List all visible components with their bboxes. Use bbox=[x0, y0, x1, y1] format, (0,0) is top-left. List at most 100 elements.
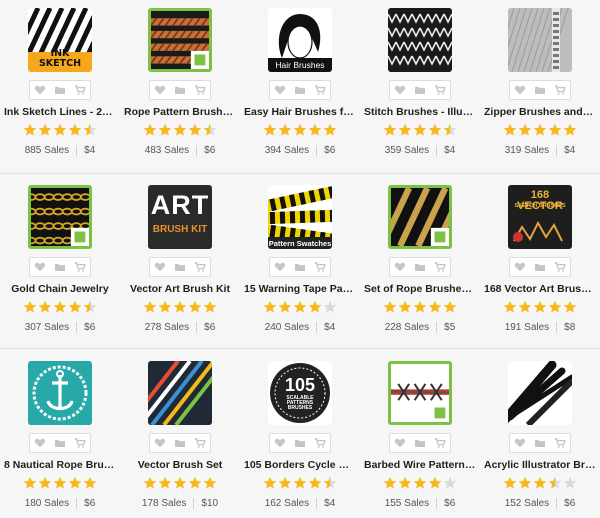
folder-icon[interactable] bbox=[532, 259, 548, 275]
product-thumbnail[interactable]: Pattern Swatches bbox=[268, 185, 332, 249]
folder-icon[interactable] bbox=[292, 259, 308, 275]
heart-icon[interactable] bbox=[392, 259, 408, 275]
cart-icon[interactable] bbox=[72, 259, 88, 275]
product-title[interactable]: Barbed Wire Pattern Brushes bbox=[364, 459, 476, 471]
product-card[interactable]: 8 Nautical Rope Brushes 180 Sales $6 bbox=[0, 353, 120, 518]
product-thumbnail[interactable]: Hair Brushes bbox=[268, 8, 332, 72]
product-meta: 240 Sales $4 bbox=[240, 322, 360, 333]
heart-icon[interactable] bbox=[272, 435, 288, 451]
cart-icon[interactable] bbox=[552, 435, 568, 451]
cart-icon[interactable] bbox=[552, 82, 568, 98]
product-actions bbox=[509, 80, 571, 100]
heart-icon[interactable] bbox=[512, 259, 528, 275]
product-card[interactable]: Vector Brush Set 178 Sales $10 bbox=[120, 353, 240, 518]
cart-icon[interactable] bbox=[192, 259, 208, 275]
cart-icon[interactable] bbox=[312, 82, 328, 98]
cart-icon[interactable] bbox=[72, 435, 88, 451]
folder-icon[interactable] bbox=[412, 435, 428, 451]
product-card[interactable]: Gold Chain Jewelry 307 Sales $6 bbox=[0, 177, 120, 352]
product-title[interactable]: Acrylic Illustrator Brushes bbox=[484, 459, 596, 471]
product-thumbnail[interactable]: 168 VECTOR SKETCH BRUSHES bbox=[508, 185, 572, 249]
product-thumbnail[interactable] bbox=[148, 8, 212, 72]
heart-icon[interactable] bbox=[152, 259, 168, 275]
heart-icon[interactable] bbox=[272, 259, 288, 275]
cart-icon[interactable] bbox=[432, 82, 448, 98]
folder-icon[interactable] bbox=[412, 82, 428, 98]
star-icon bbox=[38, 123, 52, 142]
product-title[interactable]: Rope Pattern Brush Set bbox=[124, 106, 236, 118]
product-card[interactable]: Acrylic Illustrator Brushes 152 Sales $6 bbox=[480, 353, 600, 518]
cart-icon[interactable] bbox=[312, 259, 328, 275]
star-icon bbox=[308, 123, 322, 142]
folder-icon[interactable] bbox=[52, 82, 68, 98]
heart-icon[interactable] bbox=[512, 435, 528, 451]
product-thumbnail[interactable]: ART BRUSH KIT bbox=[148, 185, 212, 249]
product-thumbnail[interactable] bbox=[388, 185, 452, 249]
product-card[interactable]: ART BRUSH KIT Vector Art Brush Kit 278 Sale… bbox=[120, 177, 240, 352]
product-title[interactable]: Stitch Brushes - Illustrator bbox=[364, 106, 476, 118]
product-title[interactable]: 8 Nautical Rope Brushes bbox=[4, 459, 116, 471]
product-card[interactable]: Stitch Brushes - Illustrator 359 Sales $4 bbox=[360, 0, 480, 175]
folder-icon[interactable] bbox=[292, 82, 308, 98]
product-thumbnail[interactable] bbox=[28, 361, 92, 425]
product-thumbnail[interactable] bbox=[28, 185, 92, 249]
cart-icon[interactable] bbox=[192, 435, 208, 451]
cart-icon[interactable] bbox=[552, 259, 568, 275]
heart-icon[interactable] bbox=[32, 435, 48, 451]
product-card[interactable]: Barbed Wire Pattern Brushes 155 Sales $6 bbox=[360, 353, 480, 518]
product-title[interactable]: Ink Sketch Lines - 21 Vector Brushes bbox=[4, 106, 116, 118]
product-thumbnail[interactable] bbox=[508, 361, 572, 425]
product-card[interactable]: Hair Brushes Easy Hair Brushes for Illust… bbox=[240, 0, 360, 175]
folder-icon[interactable] bbox=[172, 259, 188, 275]
folder-icon[interactable] bbox=[532, 435, 548, 451]
heart-icon[interactable] bbox=[392, 82, 408, 98]
cart-icon[interactable] bbox=[432, 435, 448, 451]
product-title[interactable]: Vector Art Brush Kit bbox=[124, 283, 236, 295]
product-card[interactable]: 168 VECTOR SKETCH BRUSHES 168 Vector Art B… bbox=[480, 177, 600, 352]
cart-icon[interactable] bbox=[432, 259, 448, 275]
product-card[interactable]: Rope Pattern Brush Set 483 Sales $6 bbox=[120, 0, 240, 175]
product-title[interactable]: 105 Borders Cycle Patterns bbox=[244, 459, 356, 471]
product-card[interactable]: 105 SCALABLE PATTERNS BRUSHES 105 Borders … bbox=[240, 353, 360, 518]
product-title[interactable]: Easy Hair Brushes for Illustrator bbox=[244, 106, 356, 118]
product-title[interactable]: Zipper Brushes and Patterns bbox=[484, 106, 596, 118]
product-thumbnail[interactable]: INK SKETCH bbox=[28, 8, 92, 72]
folder-icon[interactable] bbox=[532, 82, 548, 98]
product-title[interactable]: 168 Vector Art Brushes bbox=[484, 283, 596, 295]
product-title[interactable]: Set of Rope Brushes for Illustrator bbox=[364, 283, 476, 295]
price: $4 bbox=[84, 145, 96, 156]
product-grid: INK SKETCH Ink Sketch Lines - 21 Vector B… bbox=[0, 0, 600, 518]
folder-icon[interactable] bbox=[52, 259, 68, 275]
product-card[interactable]: INK SKETCH Ink Sketch Lines - 21 Vector B… bbox=[0, 0, 120, 175]
product-card[interactable]: Pattern Swatches 15 Warning Tape Pattern … bbox=[240, 177, 360, 352]
star-icon bbox=[533, 123, 547, 142]
folder-icon[interactable] bbox=[172, 435, 188, 451]
cart-icon[interactable] bbox=[312, 435, 328, 451]
product-thumbnail[interactable] bbox=[388, 8, 452, 72]
heart-icon[interactable] bbox=[32, 82, 48, 98]
heart-icon[interactable] bbox=[152, 82, 168, 98]
product-title[interactable]: Vector Brush Set bbox=[124, 459, 236, 471]
product-thumbnail[interactable] bbox=[388, 361, 452, 425]
cart-icon[interactable] bbox=[192, 82, 208, 98]
folder-icon[interactable] bbox=[52, 435, 68, 451]
folder-icon[interactable] bbox=[172, 82, 188, 98]
product-title[interactable]: Gold Chain Jewelry bbox=[4, 283, 116, 295]
heart-icon[interactable] bbox=[512, 82, 528, 98]
folder-icon[interactable] bbox=[292, 435, 308, 451]
heart-icon[interactable] bbox=[152, 435, 168, 451]
product-card[interactable]: Set of Rope Brushes for Illustrator 228 S… bbox=[360, 177, 480, 352]
price: $10 bbox=[201, 498, 219, 509]
product-thumbnail[interactable] bbox=[148, 361, 212, 425]
star-icon bbox=[398, 123, 412, 142]
star-icon bbox=[68, 476, 82, 495]
heart-icon[interactable] bbox=[392, 435, 408, 451]
folder-icon[interactable] bbox=[412, 259, 428, 275]
product-title[interactable]: 15 Warning Tape Pattern Swatches bbox=[244, 283, 356, 295]
cart-icon[interactable] bbox=[72, 82, 88, 98]
heart-icon[interactable] bbox=[32, 259, 48, 275]
product-card[interactable]: Zipper Brushes and Patterns 319 Sales $4 bbox=[480, 0, 600, 175]
heart-icon[interactable] bbox=[272, 82, 288, 98]
product-thumbnail[interactable] bbox=[508, 8, 572, 72]
product-thumbnail[interactable]: 105 SCALABLE PATTERNS BRUSHES bbox=[268, 361, 332, 425]
